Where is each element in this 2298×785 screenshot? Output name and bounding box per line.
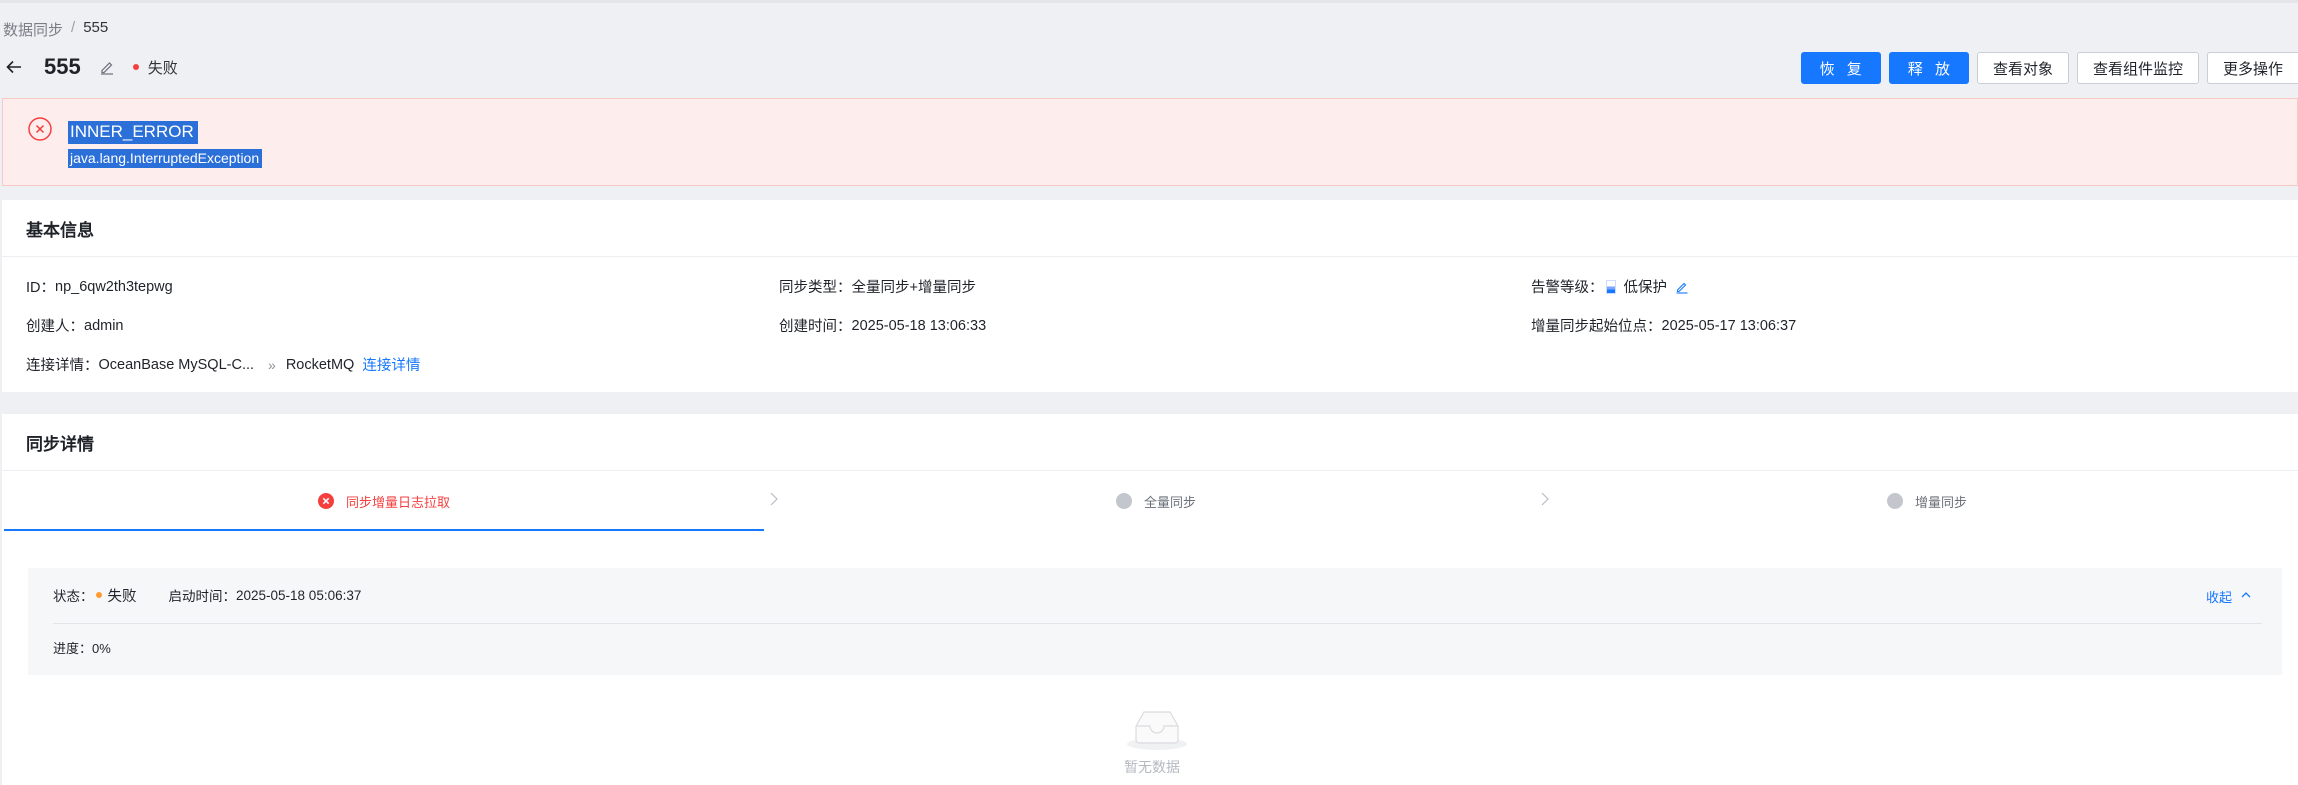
sync-detail-heading: 同步详情	[2, 414, 2298, 471]
alert-level-icon	[1605, 279, 1616, 294]
step-status-row: 状态： 失败 启动时间： 2025-05-18 05:06:37	[53, 580, 361, 610]
title-row: 555 失败	[4, 54, 178, 80]
status-dot-icon	[132, 64, 139, 70]
edit-icon[interactable]	[99, 58, 117, 76]
alert-title: INNER_ERROR	[68, 121, 198, 144]
breadcrumb-current: 555	[83, 19, 109, 36]
progress-value: 0%	[92, 641, 111, 656]
page-title: 555	[44, 54, 81, 79]
error-circle-icon	[27, 116, 53, 142]
step-pending-icon	[1886, 493, 1903, 509]
incr-start-label: 增量同步起始位点：	[1531, 319, 1662, 335]
status-dot-icon	[95, 592, 102, 598]
alert-level-value: 低保护	[1623, 280, 1668, 296]
step-pending-icon	[1115, 493, 1132, 509]
step-error-icon	[317, 493, 334, 509]
info-connection: 连接详情： OceanBase MySQL-C... » RocketMQ 连接…	[26, 354, 420, 375]
progress-label: 进度：	[53, 641, 93, 656]
sync-steps: 同步增量日志拉取 全量同步 增量同步	[4, 471, 2298, 531]
step-incr-sync[interactable]: 增量同步	[1547, 471, 2298, 531]
breadcrumb: 数据同步 / 555	[3, 19, 108, 40]
alert-message: java.lang.InterruptedException	[68, 149, 263, 168]
sync-type-label: 同步类型：	[779, 280, 852, 296]
breadcrumb-parent[interactable]: 数据同步	[3, 19, 63, 40]
id-label: ID：	[26, 280, 55, 296]
basic-info-heading: 基本信息	[2, 200, 2298, 257]
more-actions-button[interactable]: 更多操作	[2206, 52, 2298, 84]
step-incr-log-pull[interactable]: 同步增量日志拉取	[4, 471, 764, 531]
created-time-value: 2025-05-18 13:06:33	[851, 317, 987, 334]
step-label: 全量同步	[1143, 494, 1196, 510]
header-actions: 恢 复 释 放 查看对象 查看组件监控 更多操作	[1800, 52, 2298, 84]
connection-target: RocketMQ	[285, 356, 355, 373]
view-component-monitor-button[interactable]: 查看组件监控	[2076, 52, 2199, 84]
basic-info-card: 基本信息 ID： np_6qw2th3tepwg 同步类型： 全量同步+增量同步…	[2, 200, 2298, 392]
collapse-toggle[interactable]: 收起	[2206, 587, 2252, 606]
empty-text: 暂无数据	[1124, 759, 1180, 775]
resume-button[interactable]: 恢 复	[1800, 52, 1881, 84]
step-status-label: 状态：	[53, 589, 94, 604]
release-button[interactable]: 释 放	[1888, 52, 1969, 84]
connection-arrow: »	[268, 356, 276, 373]
edit-alert-level-icon[interactable]	[1675, 280, 1689, 294]
info-created-time: 创建时间： 2025-05-18 13:06:33	[779, 315, 986, 336]
progress-row: 进度：0%	[53, 638, 111, 657]
chevron-up-icon	[2240, 589, 2252, 604]
step-status-value: 失败	[107, 588, 137, 605]
active-step-indicator	[4, 529, 764, 531]
creator-label: 创建人：	[26, 319, 84, 335]
connection-details-link[interactable]: 连接详情	[362, 354, 420, 375]
step-detail-panel: 状态： 失败 启动时间： 2025-05-18 05:06:37 收起 进度：0…	[28, 568, 2282, 675]
sync-detail-card: 同步详情 同步增量日志拉取 全量同步 增量同步 状态： 失败 启动时间： 202…	[2, 414, 2298, 785]
created-time-label: 创建时间：	[779, 319, 852, 335]
id-value: np_6qw2th3tepwg	[55, 278, 173, 295]
connection-label: 连接详情：	[26, 358, 99, 374]
start-time-value: 2025-05-18 05:06:37	[236, 587, 362, 603]
error-alert: INNER_ERROR java.lang.InterruptedExcepti…	[2, 98, 2298, 186]
incr-start-value: 2025-05-17 13:06:37	[1661, 317, 1797, 334]
info-id: ID： np_6qw2th3tepwg	[26, 276, 173, 297]
top-divider	[0, 0, 2298, 3]
alert-level-label: 告警等级：	[1531, 280, 1604, 296]
back-arrow-icon[interactable]	[4, 57, 24, 77]
view-objects-button[interactable]: 查看对象	[1976, 52, 2069, 84]
step-full-sync[interactable]: 全量同步	[776, 471, 1536, 531]
info-creator: 创建人： admin	[26, 315, 124, 336]
status-badge: 失败	[147, 59, 178, 77]
sync-type-value: 全量同步+增量同步	[851, 280, 976, 296]
collapse-label: 收起	[2205, 590, 2232, 605]
start-time-label: 启动时间：	[168, 589, 237, 604]
info-sync-type: 同步类型： 全量同步+增量同步	[779, 276, 976, 297]
step-label: 增量同步	[1914, 494, 1967, 510]
info-incr-start: 增量同步起始位点： 2025-05-17 13:06:37	[1531, 315, 1796, 336]
empty-inbox-icon	[1122, 704, 1192, 755]
breadcrumb-separator: /	[71, 19, 76, 36]
panel-divider	[53, 623, 2262, 624]
info-alert-level: 告警等级： 低保护	[1531, 276, 1689, 297]
creator-value: admin	[84, 317, 124, 334]
connection-source: OceanBase MySQL-C...	[98, 356, 255, 373]
step-label: 同步增量日志拉取	[345, 494, 450, 510]
